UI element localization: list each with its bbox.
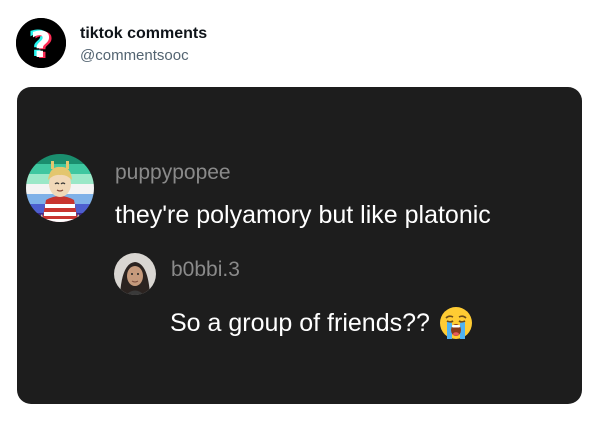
account-name[interactable]: tiktok comments	[80, 25, 207, 43]
comment-text: they're polyamory but like platonic	[115, 201, 491, 229]
loudly-crying-face-emoji-icon	[439, 306, 473, 340]
tweet-header: ? ? ? tiktok comments @commentsooc	[16, 18, 576, 70]
reply-body: So a group of friends??	[170, 303, 473, 343]
reply-text: So a group of friends??	[170, 308, 430, 337]
profile-photo-avatar-icon[interactable]	[114, 253, 156, 295]
svg-text:?: ?	[31, 25, 52, 66]
pride-flag-avatar-icon[interactable]	[26, 154, 94, 222]
account-handle[interactable]: @commentsooc	[80, 47, 189, 64]
question-mark-logo-icon[interactable]: ? ? ?	[16, 18, 66, 68]
reply-username[interactable]: b0bbi.3	[171, 258, 240, 282]
comment-username[interactable]: puppypopee	[115, 161, 231, 185]
comment-screenshot-card: puppypopee they're polyamory but like pl…	[17, 87, 582, 404]
